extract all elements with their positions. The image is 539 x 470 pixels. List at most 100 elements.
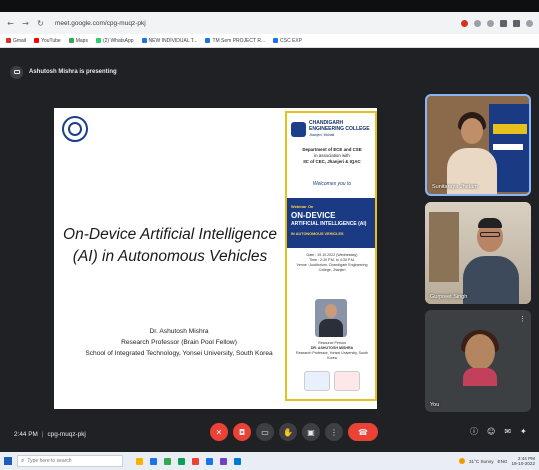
presenting-banner: Ashutosh Mishra is presenting	[10, 64, 117, 80]
participant-tile-1[interactable]: Sunitaraya Jhetam	[425, 94, 531, 196]
taskbar-app-icon[interactable]	[220, 457, 227, 465]
weather-label[interactable]: 31°C Sunny	[469, 459, 494, 464]
present-screen-icon	[10, 65, 23, 79]
activities-icon[interactable]: ✦	[520, 427, 527, 436]
bookmark-label: CSC EXP	[280, 37, 303, 44]
clock[interactable]: 2:44 PM 19-10-2022	[512, 456, 536, 466]
bookmark-item[interactable]: NEW INDIVIDUAL T...	[141, 38, 197, 44]
sidebar-icon[interactable]	[513, 19, 520, 27]
presenter-affiliation: School of Integrated Technology, Yonsei …	[85, 350, 273, 357]
bookmark-favicon-icon	[205, 38, 211, 43]
bookmark-item[interactable]: Maps	[68, 37, 88, 44]
bookmark-item[interactable]: YouTube	[34, 38, 61, 44]
info-icon[interactable]: ⓘ	[470, 426, 478, 437]
taskbar-app-icon[interactable]	[136, 457, 143, 465]
meet-stage: Ashutosh Mishra is presenting On-Device …	[0, 48, 539, 452]
participant-tile-self[interactable]: ⋮ You	[425, 310, 531, 412]
participant-name: Sunitaraya Jhetam	[432, 184, 478, 190]
bookmark-favicon-icon	[34, 38, 40, 43]
taskbar-app-icon[interactable]	[206, 457, 213, 465]
meeting-time: 2:44 PM	[14, 430, 38, 438]
search-placeholder: Type here to search	[27, 458, 72, 464]
taskbar-app-icon[interactable]	[192, 457, 199, 465]
bookmark-item[interactable]: Gmail	[6, 38, 26, 44]
event-poster: CHANDIGARH ENGINEERING COLLEGE Jhanjeri,…	[285, 111, 377, 401]
mic-off-icon[interactable]: ✕	[210, 423, 228, 441]
poster-welcome: Welcomes you to	[312, 181, 352, 187]
meeting-info: 2:44 PM | cpg-muqz-pkj	[14, 427, 86, 441]
bookmark-label: (2) WhatsApp	[102, 37, 134, 44]
poster-title-line-1: ON-DEVICE	[291, 211, 336, 220]
bookmark-favicon-icon	[6, 38, 11, 43]
taskbar-search[interactable]: ⌕ Type here to search	[17, 455, 123, 467]
present-now-icon[interactable]: ▣	[302, 423, 320, 441]
star-icon[interactable]	[487, 19, 494, 27]
bookmark-item[interactable]: TM Sem PROJECT R...	[205, 38, 265, 44]
poster-tag: Webinar On	[291, 204, 314, 209]
people-icon[interactable]: ☺	[487, 427, 495, 436]
college-logo	[291, 121, 306, 137]
bookmark-favicon-icon	[273, 38, 279, 43]
extensions-icon[interactable]	[500, 19, 507, 27]
poster-title-line-2: ARTIFICIAL INTELLIGENCE (AI)	[291, 221, 367, 227]
slide-title: On-Device Artificial Intelligence (AI) i…	[54, 224, 286, 268]
poster-title: Webinar On ON-DEVICE ARTIFICIAL INTELLIG…	[291, 202, 371, 229]
browser-actions	[461, 19, 533, 27]
taskbar-app-icon[interactable]	[234, 457, 241, 465]
room-shelf	[429, 212, 459, 282]
taskbar-app-icon[interactable]	[150, 457, 157, 465]
bookmark-label: Maps	[75, 37, 88, 44]
camera-off-icon[interactable]: ◘	[233, 423, 251, 441]
avatar-body	[463, 368, 497, 386]
bookmark-favicon-icon	[68, 38, 74, 43]
participant-tile-2[interactable]: Gurpreet Singh	[425, 202, 531, 304]
speaker-affiliation: Research Professor, Yonsei University, S…	[295, 351, 369, 360]
address-bar: ← → ↻ meet.google.com/cpg-muqz-pkj	[0, 12, 539, 34]
reload-icon[interactable]: ↻	[36, 19, 45, 28]
poster-partner-logos	[301, 371, 363, 393]
presenter-role: Research Professor (Brain Pool Fellow)	[121, 339, 237, 346]
profile-avatar-icon[interactable]	[526, 19, 533, 27]
poster-schedule: Date : 19.10.2022 (Wednesday) Time : 2:3…	[291, 253, 373, 273]
partner-logo	[334, 371, 360, 391]
search-icon: ⌕	[21, 457, 25, 464]
participant-figure-body	[463, 256, 519, 304]
college-location: Jhanjeri, Mohali	[309, 133, 335, 137]
bookmarks-bar: Gmail YouTube Maps (2) WhatsApp NEW INDIVIDU…	[0, 34, 539, 48]
more-options-icon[interactable]: ⋮	[325, 423, 343, 441]
recording-icon[interactable]	[461, 19, 468, 27]
poster-department: Department of ECE and CSE in association…	[291, 147, 373, 165]
participant-figure-hair	[478, 218, 502, 228]
share-icon[interactable]	[474, 19, 481, 27]
bookmark-label: TM Sem PROJECT R...	[212, 37, 266, 44]
partner-logo	[304, 371, 330, 391]
raise-hand-icon[interactable]: ✋	[279, 423, 297, 441]
meeting-code: cpg-muqz-pkj	[47, 430, 86, 438]
participant-name: You	[430, 402, 440, 408]
leave-call-icon[interactable]: ☎	[348, 423, 378, 441]
poster-title-band: Webinar On ON-DEVICE ARTIFICIAL INTELLIG…	[287, 198, 375, 248]
forward-arrow-icon[interactable]: →	[21, 19, 30, 28]
pinned-apps	[136, 457, 241, 465]
language-label[interactable]: ENG	[498, 459, 508, 464]
windows-start-icon[interactable]	[4, 457, 12, 465]
chat-icon[interactable]: ✉	[504, 427, 511, 436]
college-name: CHANDIGARH ENGINEERING COLLEGE Jhanjeri,…	[309, 120, 370, 138]
bookmark-favicon-icon	[141, 38, 147, 43]
captions-icon[interactable]: ▭	[256, 423, 274, 441]
poster-header: CHANDIGARH ENGINEERING COLLEGE Jhanjeri,…	[291, 117, 373, 141]
url-field[interactable]: meet.google.com/cpg-muqz-pkj	[55, 20, 146, 27]
meeting-info-separator: |	[41, 430, 44, 438]
bookmark-item[interactable]: (2) WhatsApp	[95, 37, 134, 44]
back-arrow-icon[interactable]: ←	[6, 19, 15, 28]
bookmark-favicon-icon	[95, 38, 101, 43]
weather-icon[interactable]	[458, 458, 465, 464]
more-options-icon[interactable]: ⋮	[519, 315, 526, 323]
slide-title-line-2: (AI) in Autonomous Vehicles	[72, 248, 268, 265]
taskbar-app-icon[interactable]	[164, 457, 171, 465]
presenter-info: Dr. Ashutosh Mishra Research Professor (…	[74, 326, 284, 359]
taskbar-app-icon[interactable]	[178, 457, 185, 465]
taskbar: ⌕ Type here to search 31°C Sunny ENG 2:4…	[0, 452, 539, 470]
bookmark-label: YouTube	[41, 37, 61, 44]
bookmark-item[interactable]: CSC EXP	[273, 38, 302, 44]
